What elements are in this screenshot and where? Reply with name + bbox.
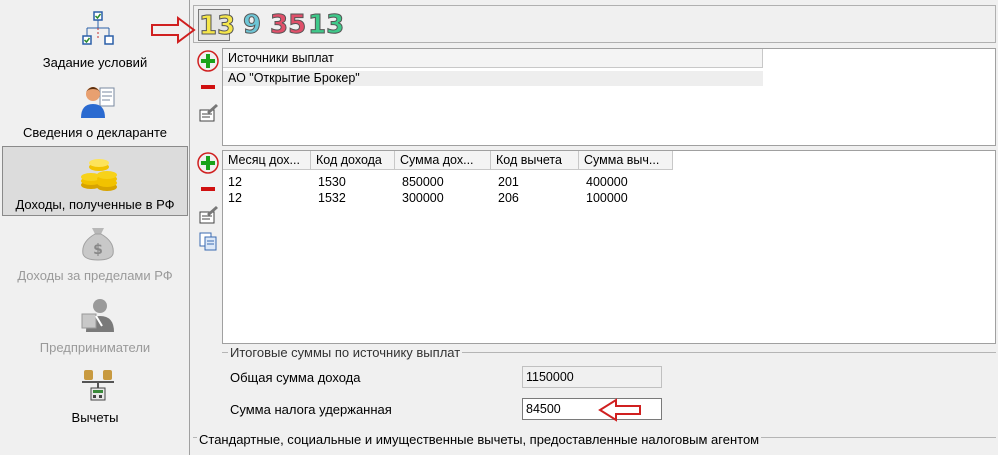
add-source-icon[interactable] bbox=[197, 50, 219, 72]
table-row[interactable]: 12 1532 300000 206 100000 bbox=[223, 191, 673, 206]
deductions-agent-title: Стандартные, социальные и имущественные … bbox=[197, 432, 762, 447]
annotation-arrow-icon bbox=[151, 16, 196, 44]
column-header-month[interactable]: Месяц дох... bbox=[223, 151, 311, 170]
copy-income-icon[interactable] bbox=[197, 230, 219, 252]
deductions-scale-icon bbox=[82, 370, 114, 401]
svg-text:$: $ bbox=[93, 242, 103, 258]
total-income-field: 1150000 bbox=[522, 366, 662, 388]
add-income-icon[interactable] bbox=[197, 152, 219, 174]
column-header-deduction-sum[interactable]: Сумма выч... bbox=[579, 151, 673, 170]
conditions-tree-icon bbox=[82, 11, 114, 45]
table-row[interactable]: 12 1530 850000 201 400000 bbox=[223, 175, 673, 190]
sidebar-item-label: Доходы, полученные в РФ bbox=[15, 197, 175, 212]
cell-month: 12 bbox=[228, 191, 242, 205]
money-bag-icon: $ bbox=[82, 228, 114, 261]
tab-label: 13 bbox=[307, 10, 345, 41]
remove-source-icon[interactable] bbox=[197, 76, 219, 98]
tab-label: 9 bbox=[242, 10, 262, 41]
edit-source-icon[interactable] bbox=[197, 102, 219, 124]
sidebar-item-label: Сведения о декларанте bbox=[23, 125, 167, 140]
sources-table: Источники выплат АО "Открытие Брокер" bbox=[222, 48, 996, 146]
cell-income-sum: 850000 bbox=[402, 175, 444, 189]
tax-rate-tabs: 13 9 35 13 bbox=[193, 5, 996, 43]
annotation-arrow-icon bbox=[598, 398, 641, 422]
income-toolbar bbox=[195, 150, 221, 260]
sidebar-item-label: Доходы за пределами РФ bbox=[17, 268, 173, 283]
declarant-person-icon bbox=[81, 87, 115, 118]
gold-coins-icon bbox=[81, 159, 117, 191]
cell-income-code: 1532 bbox=[318, 191, 346, 205]
sidebar-item-label: Задание условий bbox=[42, 55, 148, 70]
sidebar-item-income-abroad[interactable]: $ Доходы за пределами РФ bbox=[2, 220, 188, 290]
sidebar-item-income-rf[interactable]: Доходы, полученные в РФ bbox=[2, 146, 188, 216]
tab-rate-9[interactable]: 9 bbox=[240, 9, 264, 41]
tax-withheld-label: Сумма налога удержанная bbox=[230, 402, 392, 417]
tab-label: 35 bbox=[269, 10, 307, 41]
tab-label: 13 bbox=[198, 11, 236, 42]
edit-income-icon[interactable] bbox=[197, 204, 219, 226]
cell-income-code: 1530 bbox=[318, 175, 346, 189]
sidebar-item-label: Предприниматели bbox=[39, 340, 151, 355]
cell-deduction-code: 201 bbox=[498, 175, 519, 189]
cell-month: 12 bbox=[228, 175, 242, 189]
cell-deduction-code: 206 bbox=[498, 191, 519, 205]
tab-rate-13[interactable]: 13 bbox=[198, 9, 236, 42]
sidebar: Задание условий Сведения о декларанте До… bbox=[0, 0, 190, 455]
column-header-sources[interactable]: Источники выплат bbox=[223, 49, 763, 68]
sidebar-item-deductions[interactable]: Вычеты bbox=[2, 362, 188, 432]
tab-rate-35[interactable]: 35 bbox=[269, 9, 307, 41]
cell-income-sum: 300000 bbox=[402, 191, 444, 205]
remove-income-icon[interactable] bbox=[197, 178, 219, 200]
column-header-deduction-code[interactable]: Код вычета bbox=[491, 151, 579, 170]
column-header-income-code[interactable]: Код дохода bbox=[311, 151, 395, 170]
sources-toolbar bbox=[195, 48, 221, 148]
summary-title: Итоговые суммы по источнику выплат bbox=[228, 345, 463, 360]
total-income-label: Общая сумма дохода bbox=[230, 370, 361, 385]
sidebar-item-entrepreneurs[interactable]: Предприниматели bbox=[2, 292, 188, 362]
deductions-agent-group: Стандартные, социальные и имущественные … bbox=[193, 432, 996, 455]
table-row[interactable]: АО "Открытие Брокер" bbox=[223, 71, 763, 86]
column-header-income-sum[interactable]: Сумма дох... bbox=[395, 151, 491, 170]
sidebar-item-declarant[interactable]: Сведения о декларанте bbox=[2, 78, 188, 144]
sidebar-item-label: Вычеты bbox=[71, 410, 119, 425]
cell-deduction-sum: 100000 bbox=[586, 191, 628, 205]
tab-rate-13-second[interactable]: 13 bbox=[307, 9, 344, 41]
income-table: Месяц дох... Код дохода Сумма дох... Код… bbox=[222, 150, 996, 344]
cell-deduction-sum: 400000 bbox=[586, 175, 628, 189]
entrepreneur-icon bbox=[81, 299, 114, 332]
